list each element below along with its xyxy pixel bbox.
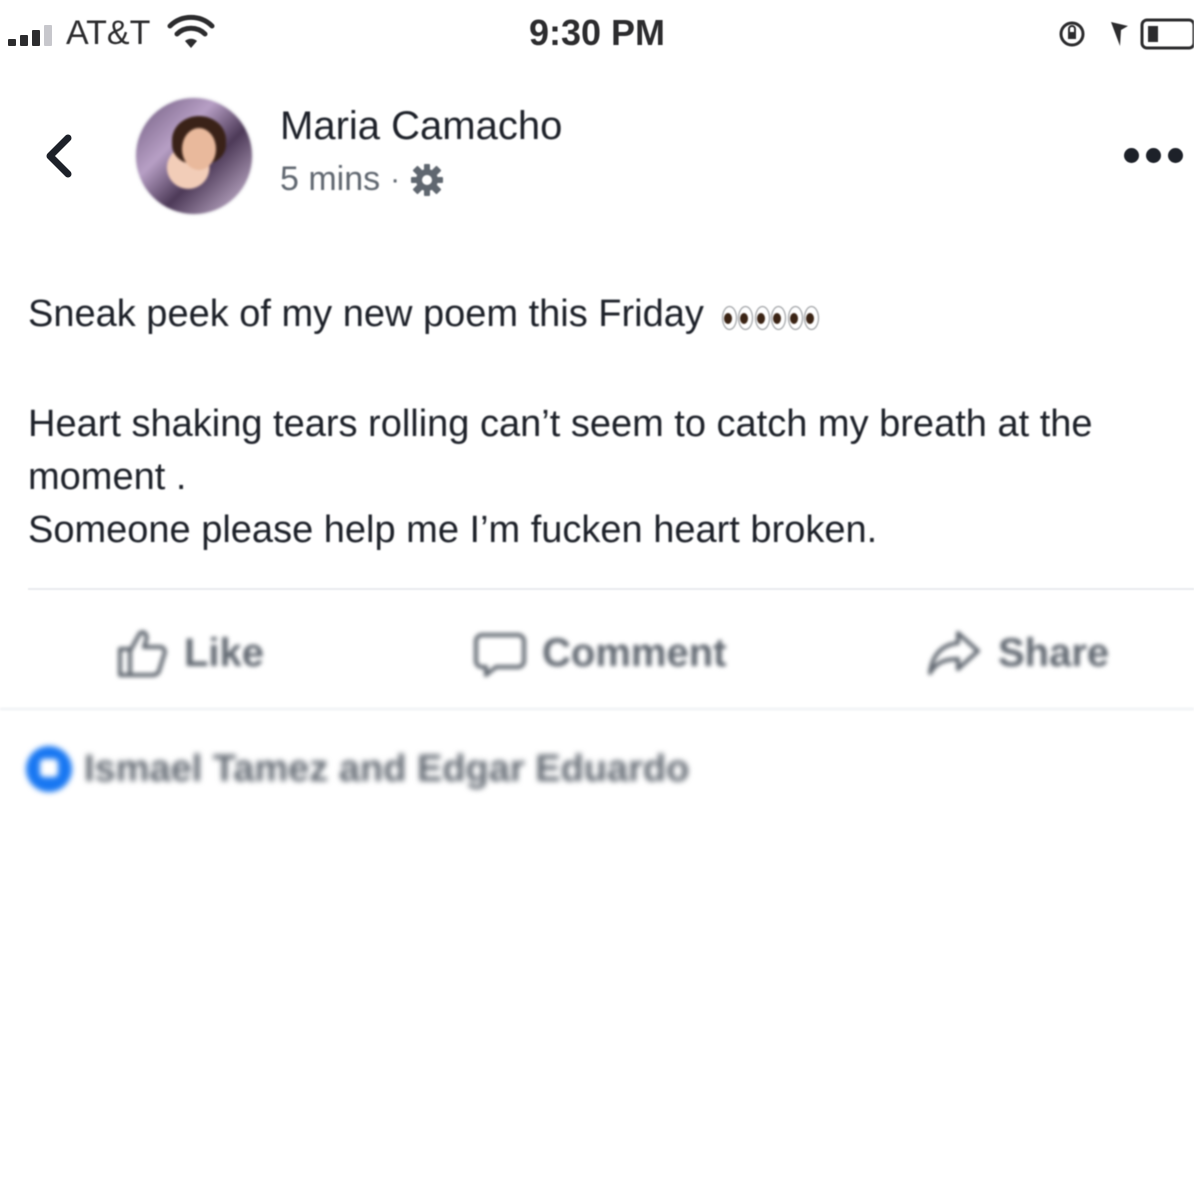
eyes-emoji xyxy=(722,306,820,330)
battery-icon xyxy=(1140,18,1194,50)
divider xyxy=(28,588,1194,590)
more-dot-icon xyxy=(1146,147,1161,163)
thumbs-up-icon xyxy=(118,630,167,677)
more-options-button[interactable] xyxy=(1124,140,1190,170)
orientation-lock-icon xyxy=(1059,21,1085,47)
author-name[interactable]: Maria Camacho xyxy=(280,104,562,149)
post-line-3: Someone please help me I’m fucken heart … xyxy=(28,509,878,551)
more-dot-icon xyxy=(1168,147,1183,163)
like-button[interactable]: Like xyxy=(114,610,264,696)
gear-icon[interactable] xyxy=(410,163,444,197)
clock: 9:30 PM xyxy=(528,12,666,53)
post-line-intro: Sneak peek of my new poem this Friday xyxy=(28,288,1188,341)
comment-button[interactable]: Comment xyxy=(472,610,726,696)
like-label: Like xyxy=(184,630,265,675)
comment-label: Comment xyxy=(542,630,727,675)
share-icon xyxy=(928,631,980,675)
avatar[interactable] xyxy=(134,96,254,216)
status-bar: AT&T 9:30 PM xyxy=(0,0,1194,64)
reactions-summary[interactable]: Ismael Tamez and Edgar Eduardo xyxy=(26,746,689,792)
more-dot-icon xyxy=(1124,147,1139,163)
meta-separator: · xyxy=(390,162,401,196)
share-label: Share xyxy=(998,630,1110,675)
post-meta: 5 mins · xyxy=(280,160,444,199)
post-time[interactable]: 5 mins xyxy=(280,160,380,199)
like-reaction-icon xyxy=(26,746,72,792)
comment-icon xyxy=(474,633,526,677)
post-screen: AT&T 9:30 PM Maria Camacho 5 mins · Snea… xyxy=(0,0,1194,1194)
share-button[interactable]: Share xyxy=(924,610,1109,696)
post-line-2: Heart shaking tears rolling can’t seem t… xyxy=(28,403,1093,498)
reactors-text: Ismael Tamez and Edgar Eduardo xyxy=(84,747,690,790)
post-text: Sneak peek of my new poem this Friday He… xyxy=(28,288,1188,557)
action-bar: Like Comment Share xyxy=(0,610,1194,700)
location-arrow-icon xyxy=(1111,22,1128,46)
back-button[interactable] xyxy=(36,124,84,188)
divider xyxy=(0,708,1194,710)
status-icons xyxy=(1059,18,1194,50)
